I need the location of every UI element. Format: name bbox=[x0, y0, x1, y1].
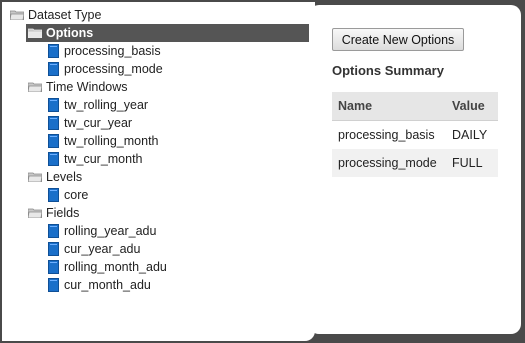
tree-leaf-label: processing_basis bbox=[64, 44, 161, 58]
document-icon bbox=[48, 242, 59, 256]
tree-leaf-label: tw_cur_year bbox=[64, 116, 133, 130]
document-icon bbox=[48, 278, 59, 292]
options-panel: Create New Options Options Summary Name … bbox=[309, 5, 521, 334]
cell-name: processing_basis bbox=[338, 128, 435, 142]
cell-name: processing_mode bbox=[332, 149, 446, 177]
tree-leaf[interactable]: rolling_year_adu bbox=[46, 222, 246, 240]
tree-group-label: Levels bbox=[46, 170, 83, 184]
cell-value: DAILY bbox=[452, 128, 488, 142]
tree-leaf-label: tw_rolling_year bbox=[64, 98, 149, 112]
table-row[interactable]: processing_basis DAILY bbox=[332, 121, 498, 150]
table-row[interactable]: processing_mode FULL bbox=[332, 149, 498, 177]
tree-group-label: Time Windows bbox=[46, 80, 128, 94]
tree-leaf[interactable]: cur_year_adu bbox=[46, 240, 246, 258]
create-new-options-button[interactable]: Create New Options bbox=[332, 28, 464, 51]
tree-group-label: Options bbox=[46, 26, 94, 40]
document-icon bbox=[48, 260, 59, 274]
tree-leaf-label: core bbox=[64, 188, 89, 202]
document-icon bbox=[48, 116, 59, 130]
tree-leaf[interactable]: processing_mode bbox=[46, 60, 246, 78]
folder-open-icon bbox=[28, 208, 42, 218]
tree-leaf-label: cur_year_adu bbox=[64, 242, 141, 256]
folder-open-icon bbox=[28, 82, 42, 92]
document-icon bbox=[48, 152, 59, 166]
options-summary-table: Name Value processing_basis DAILY proces… bbox=[332, 92, 498, 177]
tree-group-fields[interactable]: Fields bbox=[26, 204, 226, 222]
tree-root[interactable]: Dataset Type bbox=[8, 6, 128, 24]
column-header-value[interactable]: Value bbox=[446, 92, 498, 121]
document-icon bbox=[48, 98, 59, 112]
tree-leaf[interactable]: cur_month_adu bbox=[46, 276, 246, 294]
tree-leaf-label: tw_rolling_month bbox=[64, 134, 159, 148]
folder-open-icon bbox=[10, 10, 24, 20]
document-icon bbox=[48, 44, 59, 58]
tree-leaf[interactable]: rolling_month_adu bbox=[46, 258, 246, 276]
document-icon bbox=[48, 62, 59, 76]
tree-group-label: Fields bbox=[46, 206, 80, 220]
folder-open-icon bbox=[28, 172, 42, 182]
tree-leaf[interactable]: tw_rolling_month bbox=[46, 132, 246, 150]
document-icon bbox=[48, 134, 59, 148]
tree-leaf[interactable]: tw_rolling_year bbox=[46, 96, 246, 114]
tree-group-levels[interactable]: Levels bbox=[26, 168, 226, 186]
tree-panel: Dataset Type Options processing_basis pr… bbox=[2, 2, 315, 341]
tree-leaf-label: cur_month_adu bbox=[64, 278, 151, 292]
tree-root-label: Dataset Type bbox=[28, 8, 102, 22]
tree-leaf-label: rolling_year_adu bbox=[64, 224, 157, 238]
column-header-name[interactable]: Name bbox=[332, 92, 446, 121]
tree-group-time-windows[interactable]: Time Windows bbox=[26, 78, 226, 96]
tree-leaf[interactable]: processing_basis bbox=[46, 42, 246, 60]
summary-title: Options Summary bbox=[332, 63, 444, 78]
tree-leaf[interactable]: tw_cur_year bbox=[46, 114, 246, 132]
folder-open-icon bbox=[28, 28, 42, 38]
table-header-row: Name Value bbox=[332, 92, 498, 121]
tree-leaf-label: processing_mode bbox=[64, 62, 163, 76]
cell-value: FULL bbox=[446, 149, 498, 177]
document-icon bbox=[48, 188, 59, 202]
document-icon bbox=[48, 224, 59, 238]
tree-leaf-label: tw_cur_month bbox=[64, 152, 143, 166]
tree-leaf[interactable]: core bbox=[46, 186, 246, 204]
tree-group-options[interactable]: Options bbox=[26, 24, 310, 42]
tree-leaf[interactable]: tw_cur_month bbox=[46, 150, 246, 168]
tree-leaf-label: rolling_month_adu bbox=[64, 260, 167, 274]
